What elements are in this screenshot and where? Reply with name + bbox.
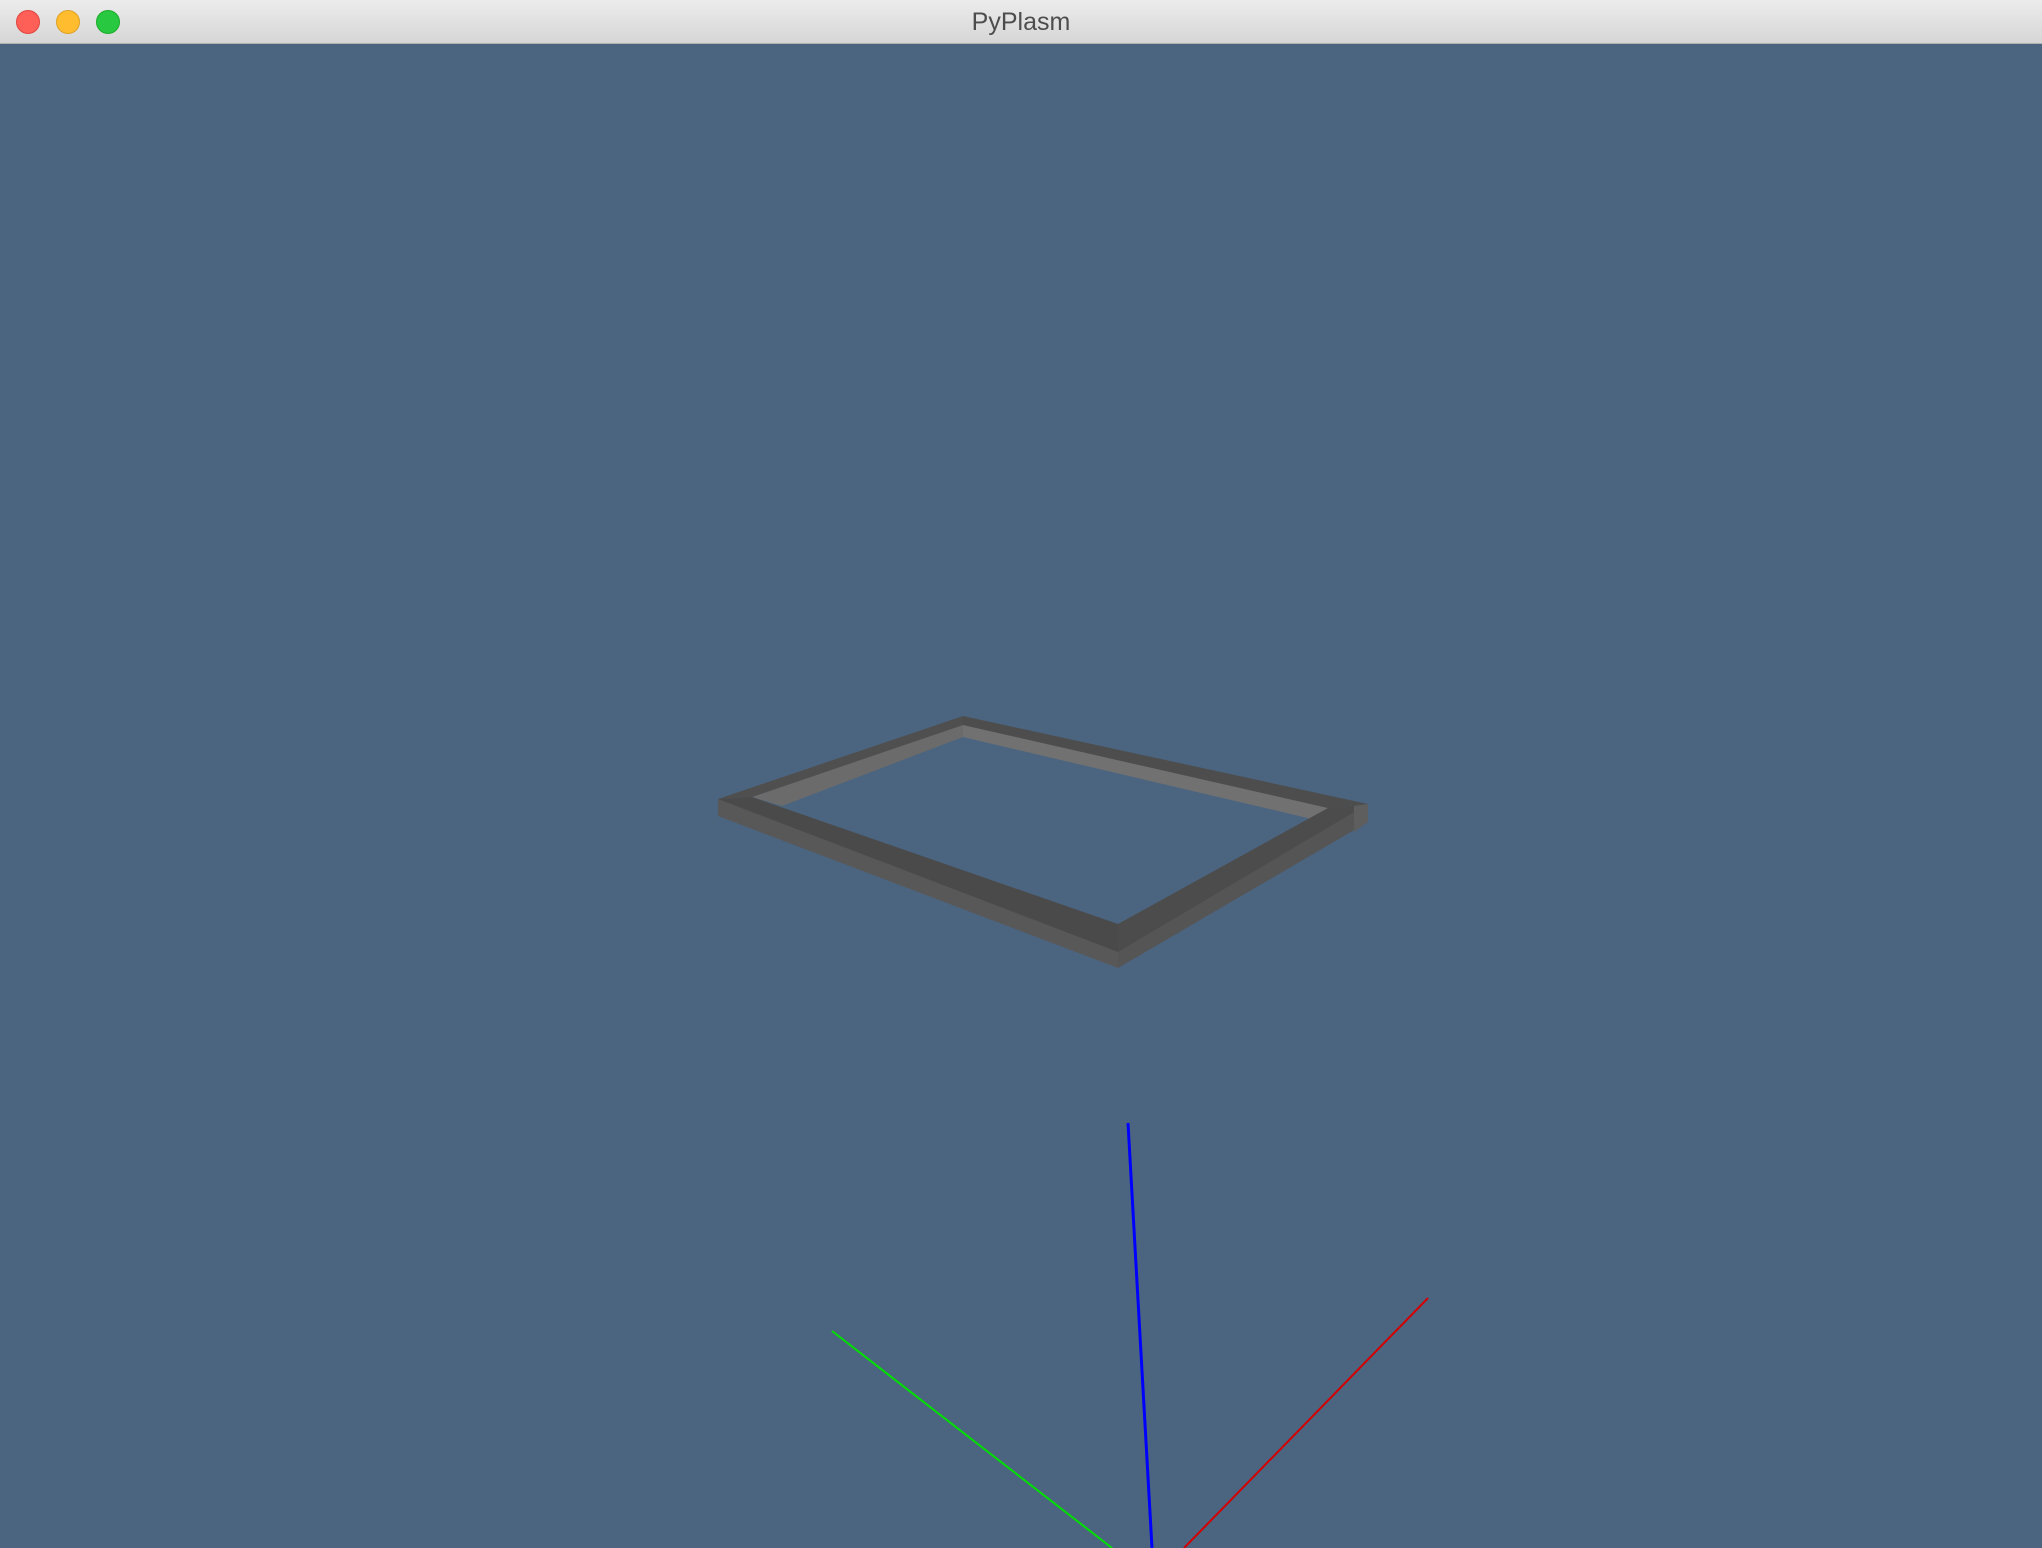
frame-top-back: [963, 716, 1368, 808]
frame-inner-wall-back: [963, 725, 1328, 820]
frame-side-front-right: [1118, 804, 1368, 968]
frame-inner-wall-left: [752, 725, 963, 806]
frame-side-front-left: [718, 799, 1118, 968]
pyplasm-window: PyPlasm: [0, 0, 2042, 1548]
frame-top-front: [718, 797, 1118, 952]
window-title: PyPlasm: [971, 8, 1071, 36]
z-axis-line: [1126, 1122, 1154, 1548]
title-bar[interactable]: PyPlasm: [0, 0, 2042, 44]
y-axis-line: [831, 1330, 1113, 1548]
frame-end-cap: [1354, 804, 1368, 832]
scene-canvas: [718, 716, 1429, 1548]
frame-top-left: [718, 716, 963, 799]
rectangular-frame-model: [718, 716, 1368, 968]
3d-viewport[interactable]: [0, 44, 2042, 1548]
axes-gizmo: [831, 1122, 1429, 1548]
x-axis-line: [1183, 1297, 1429, 1548]
